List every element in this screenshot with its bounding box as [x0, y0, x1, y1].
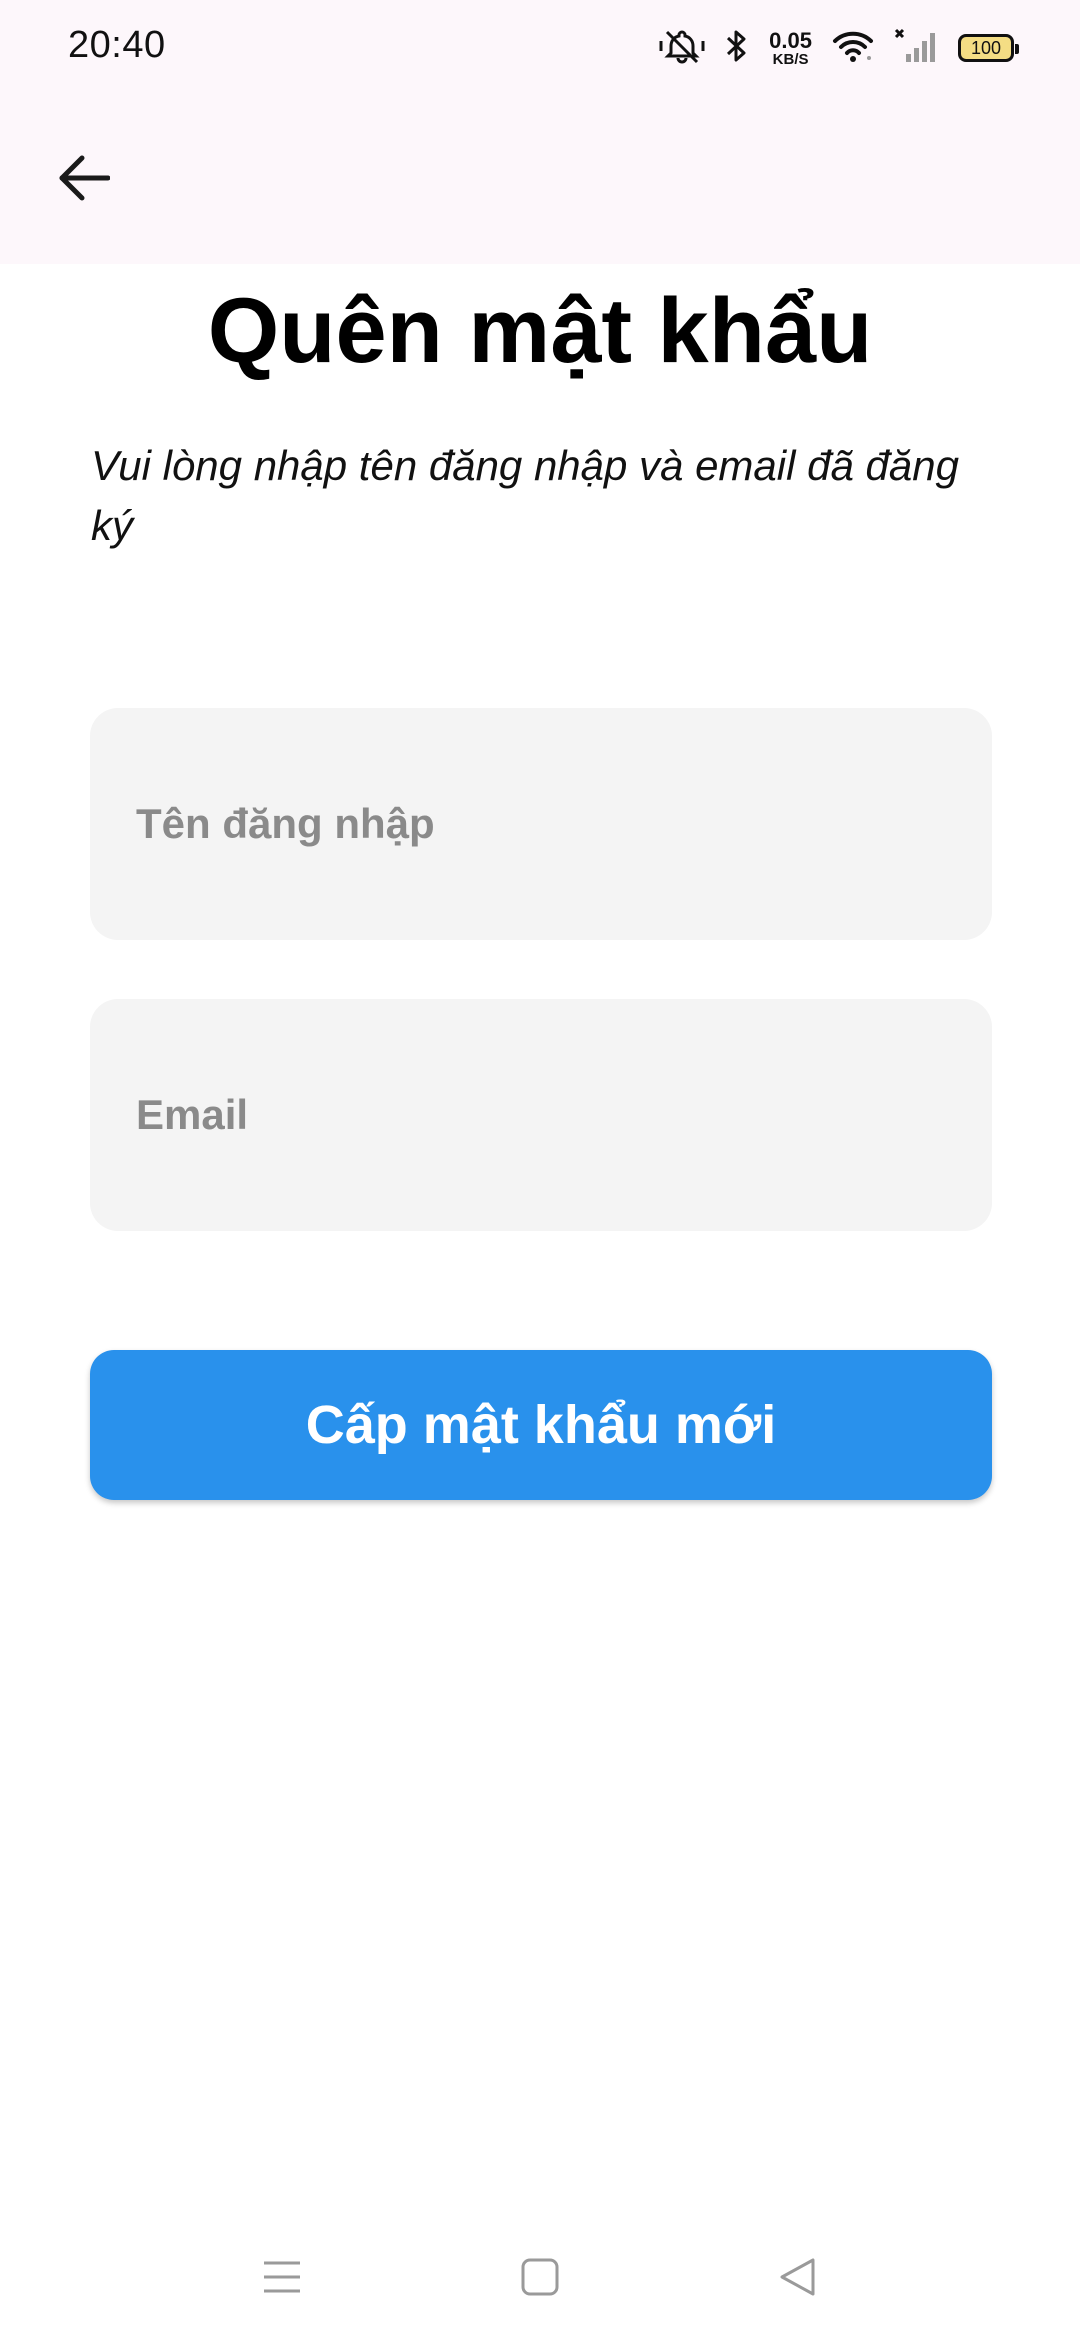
menu-icon [262, 2258, 302, 2301]
username-input[interactable] [90, 708, 992, 940]
net-speed-value: 0.05 [769, 27, 812, 53]
status-time: 20:40 [68, 24, 166, 66]
status-bar: 20:40 0.05 KB/S 100 [0, 0, 1080, 96]
nav-menu-button[interactable] [247, 2244, 317, 2314]
nav-back-button[interactable] [763, 2244, 833, 2314]
page-title: Quên mật khẩu [207, 280, 873, 382]
home-square-icon [520, 2257, 560, 2302]
email-field[interactable] [90, 999, 992, 1231]
request-new-password-button[interactable]: Cấp mật khẩu mới [90, 1350, 992, 1500]
arrow-left-icon [58, 155, 111, 206]
nav-home-button[interactable] [505, 2244, 575, 2314]
signal-no-service-icon [894, 28, 938, 69]
app-bar [0, 96, 1080, 264]
email-input[interactable] [90, 999, 992, 1231]
net-speed-unit: KB/S [772, 50, 809, 68]
battery-icon: 100 [958, 34, 1019, 62]
wifi-icon [832, 29, 874, 68]
username-field[interactable] [90, 708, 992, 940]
back-triangle-icon [778, 2257, 818, 2302]
back-button[interactable] [44, 140, 124, 220]
network-speed: 0.05 KB/S [769, 27, 812, 68]
mute-vibrate-icon [659, 28, 705, 69]
instruction-text: Vui lòng nhập tên đăng nhập và email đã … [91, 442, 959, 549]
status-icons: 0.05 KB/S 100 [659, 24, 1019, 72]
battery-level: 100 [970, 37, 1002, 58]
navigation-bar [0, 2220, 1080, 2338]
bluetooth-icon [725, 28, 749, 69]
